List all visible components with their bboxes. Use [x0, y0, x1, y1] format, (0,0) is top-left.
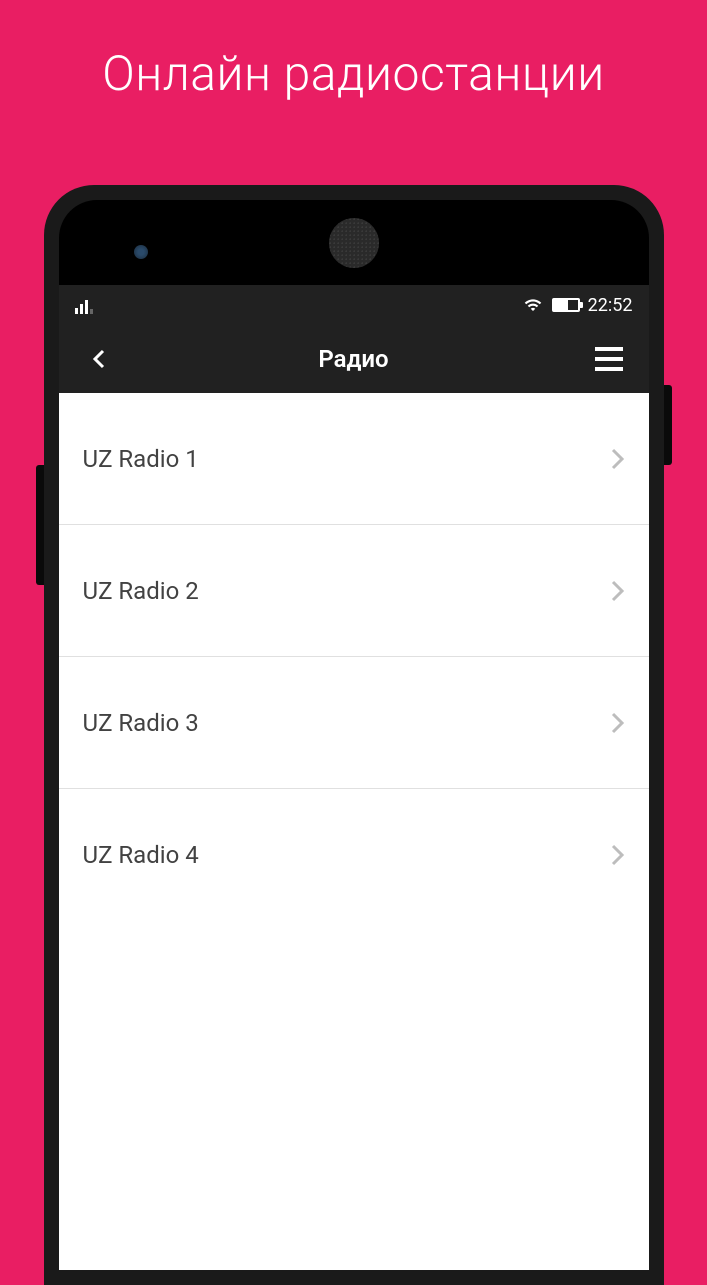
phone-screen: 22:52 Радио UZ Radio 1 [59, 285, 649, 1270]
app-title: Радио [318, 345, 388, 373]
phone-camera [134, 245, 148, 259]
list-item-label: UZ Radio 2 [83, 577, 199, 605]
menu-button[interactable] [589, 339, 629, 379]
phone-speaker [329, 218, 379, 268]
list-item[interactable]: UZ Radio 1 [59, 393, 649, 525]
phone-button-right [664, 385, 672, 465]
page-title: Онлайн радиостанции [0, 0, 707, 102]
list-item-label: UZ Radio 1 [83, 445, 199, 473]
list-item[interactable]: UZ Radio 2 [59, 525, 649, 657]
status-bar: 22:52 [59, 285, 649, 325]
phone-button-left [36, 465, 44, 585]
status-time: 22:52 [588, 295, 633, 316]
radio-list[interactable]: UZ Radio 1 UZ Radio 2 UZ Radio 3 [59, 393, 649, 1270]
list-item-label: UZ Radio 3 [83, 709, 199, 737]
menu-icon [595, 367, 623, 371]
status-left [75, 296, 93, 314]
chevron-right-icon [611, 580, 625, 602]
list-item-label: UZ Radio 4 [83, 841, 199, 869]
phone-speaker-area [59, 200, 649, 285]
list-item[interactable]: UZ Radio 3 [59, 657, 649, 789]
chevron-right-icon [611, 844, 625, 866]
wifi-icon [522, 296, 544, 314]
chevron-right-icon [611, 448, 625, 470]
signal-icon [75, 296, 93, 314]
chevron-left-icon [91, 347, 107, 371]
chevron-right-icon [611, 712, 625, 734]
status-right: 22:52 [522, 295, 633, 316]
phone-inner: 22:52 Радио UZ Radio 1 [59, 200, 649, 1270]
back-button[interactable] [79, 339, 119, 379]
phone-frame: 22:52 Радио UZ Radio 1 [44, 185, 664, 1285]
list-item[interactable]: UZ Radio 4 [59, 789, 649, 921]
menu-icon [595, 357, 623, 361]
menu-icon [595, 347, 623, 351]
battery-icon [552, 298, 580, 312]
app-bar: Радио [59, 325, 649, 393]
